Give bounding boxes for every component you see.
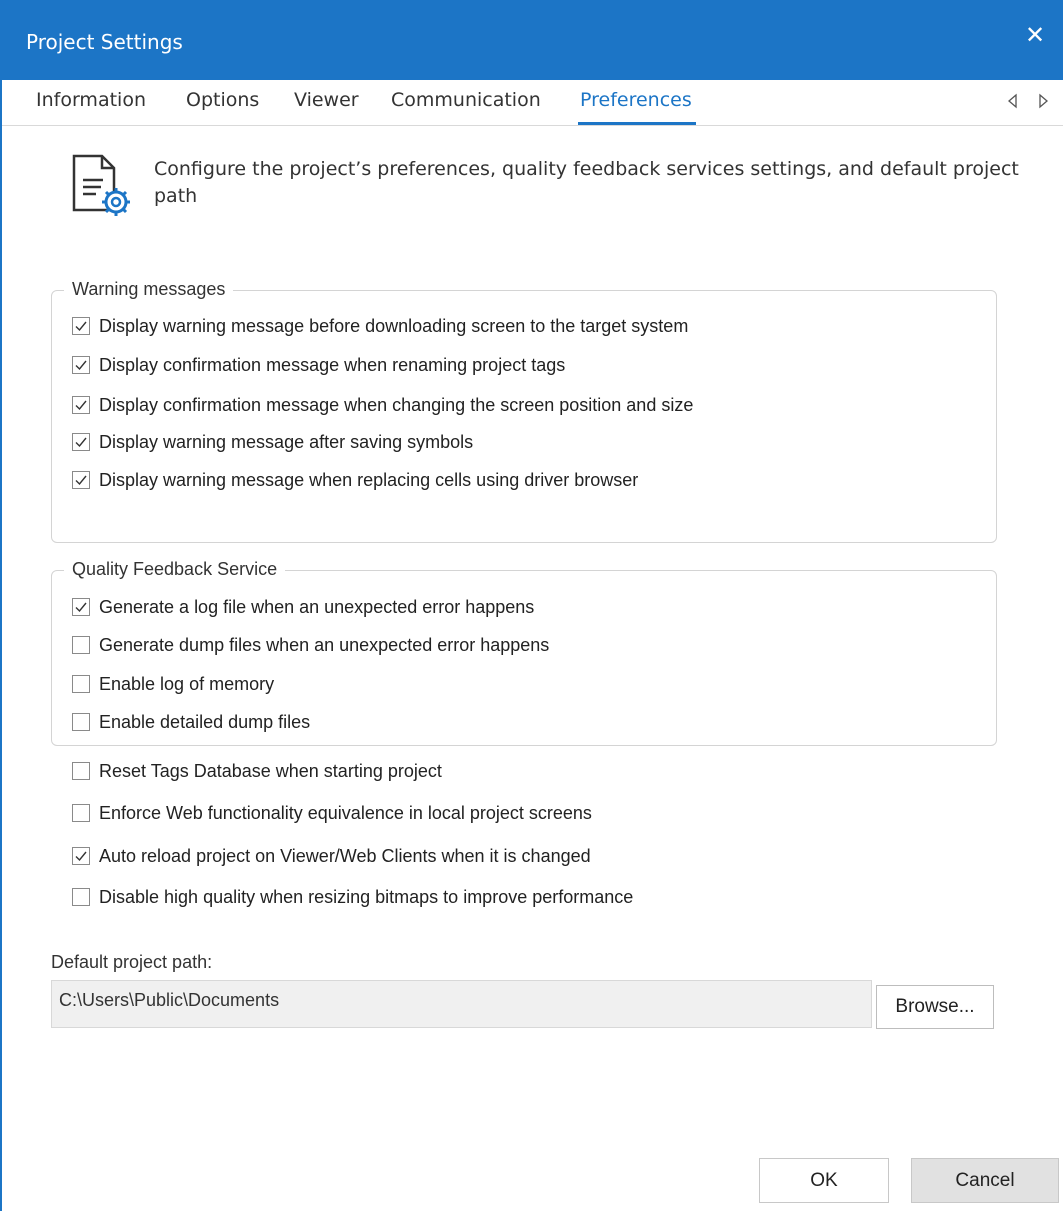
checkbox-label: Enforce Web functionality equivalence in… xyxy=(99,802,592,823)
window-title: Project Settings xyxy=(26,30,183,54)
tab-scroll-left-icon[interactable] xyxy=(1005,92,1021,110)
tab-options[interactable]: Options xyxy=(186,89,259,111)
checkbox-label: Generate a log file when an unexpected e… xyxy=(99,596,535,617)
title-bar[interactable]: Project Settings ✕ xyxy=(2,0,1063,80)
warning-item[interactable]: Display warning message before downloadi… xyxy=(72,315,688,337)
checkbox[interactable] xyxy=(72,598,90,616)
checkbox-label: Display warning message when replacing c… xyxy=(99,469,639,490)
project-settings-dialog: Project Settings ✕ Information Options V… xyxy=(0,0,1063,1211)
checkbox-label: Reset Tags Database when starting projec… xyxy=(99,760,442,781)
checkbox[interactable] xyxy=(72,636,90,654)
quality-item[interactable]: Enable detailed dump files xyxy=(72,711,310,733)
checkbox-label: Enable detailed dump files xyxy=(99,711,311,732)
checkmark-icon xyxy=(75,321,87,332)
checkmark-icon xyxy=(75,602,87,613)
warning-item[interactable]: Display confirmation message when renami… xyxy=(72,354,565,376)
checkbox[interactable] xyxy=(72,433,90,451)
browse-button[interactable]: Browse... xyxy=(876,985,994,1029)
checkbox[interactable] xyxy=(72,762,90,780)
checkbox[interactable] xyxy=(72,847,90,865)
checkbox[interactable] xyxy=(72,804,90,822)
general-option-item[interactable]: Enforce Web functionality equivalence in… xyxy=(72,802,592,824)
checkbox-label: Disable high quality when resizing bitma… xyxy=(99,886,634,907)
checkbox-label: Display confirmation message when renami… xyxy=(99,354,566,375)
active-tab-indicator xyxy=(578,122,696,125)
checkmark-icon xyxy=(75,400,87,411)
warning-messages-legend: Warning messages xyxy=(64,279,234,300)
checkmark-icon xyxy=(75,851,87,862)
tab-communication[interactable]: Communication xyxy=(391,89,541,111)
default-project-path-field[interactable]: C:\Users\Public\Documents xyxy=(51,980,872,1028)
checkbox[interactable] xyxy=(72,471,90,489)
cancel-button[interactable]: Cancel xyxy=(911,1158,1059,1203)
checkbox[interactable] xyxy=(72,356,90,374)
checkbox[interactable] xyxy=(72,675,90,693)
tab-information[interactable]: Information xyxy=(36,89,146,111)
checkbox-label: Display warning message after saving sym… xyxy=(99,431,474,452)
tab-scroll-right-icon[interactable] xyxy=(1035,92,1051,110)
warning-item[interactable]: Display confirmation message when changi… xyxy=(72,394,693,416)
default-project-path-label: Default project path: xyxy=(51,952,213,972)
checkbox[interactable] xyxy=(72,317,90,335)
general-option-item[interactable]: Auto reload project on Viewer/Web Client… xyxy=(72,845,591,867)
general-option-item[interactable]: Disable high quality when resizing bitma… xyxy=(72,886,633,908)
checkmark-icon xyxy=(75,360,87,371)
checkbox-label: Auto reload project on Viewer/Web Client… xyxy=(99,845,591,866)
quality-item[interactable]: Generate a log file when an unexpected e… xyxy=(72,596,534,618)
checkbox-label: Display warning message before downloadi… xyxy=(99,315,689,336)
checkbox-label: Enable log of memory xyxy=(99,673,275,694)
general-option-item[interactable]: Reset Tags Database when starting projec… xyxy=(72,760,442,782)
checkbox-label: Display confirmation message when changi… xyxy=(99,394,694,415)
warning-item[interactable]: Display warning message when replacing c… xyxy=(72,469,638,491)
tab-viewer[interactable]: Viewer xyxy=(294,89,359,111)
tab-bar: Information Options Viewer Communication… xyxy=(2,80,1063,126)
document-settings-icon xyxy=(72,154,130,216)
checkbox[interactable] xyxy=(72,888,90,906)
checkmark-icon xyxy=(75,437,87,448)
quality-feedback-legend: Quality Feedback Service xyxy=(64,559,286,580)
checkbox[interactable] xyxy=(72,713,90,731)
quality-item[interactable]: Generate dump files when an unexpected e… xyxy=(72,634,549,656)
checkbox[interactable] xyxy=(72,396,90,414)
checkbox-label: Generate dump files when an unexpected e… xyxy=(99,634,550,655)
tab-preferences[interactable]: Preferences xyxy=(580,89,692,111)
page-description: Configure the project’s preferences, qua… xyxy=(154,158,1019,207)
quality-item[interactable]: Enable log of memory xyxy=(72,673,274,695)
checkmark-icon xyxy=(75,475,87,486)
close-icon[interactable]: ✕ xyxy=(1021,22,1049,50)
ok-button[interactable]: OK xyxy=(759,1158,889,1203)
warning-item[interactable]: Display warning message after saving sym… xyxy=(72,431,473,453)
